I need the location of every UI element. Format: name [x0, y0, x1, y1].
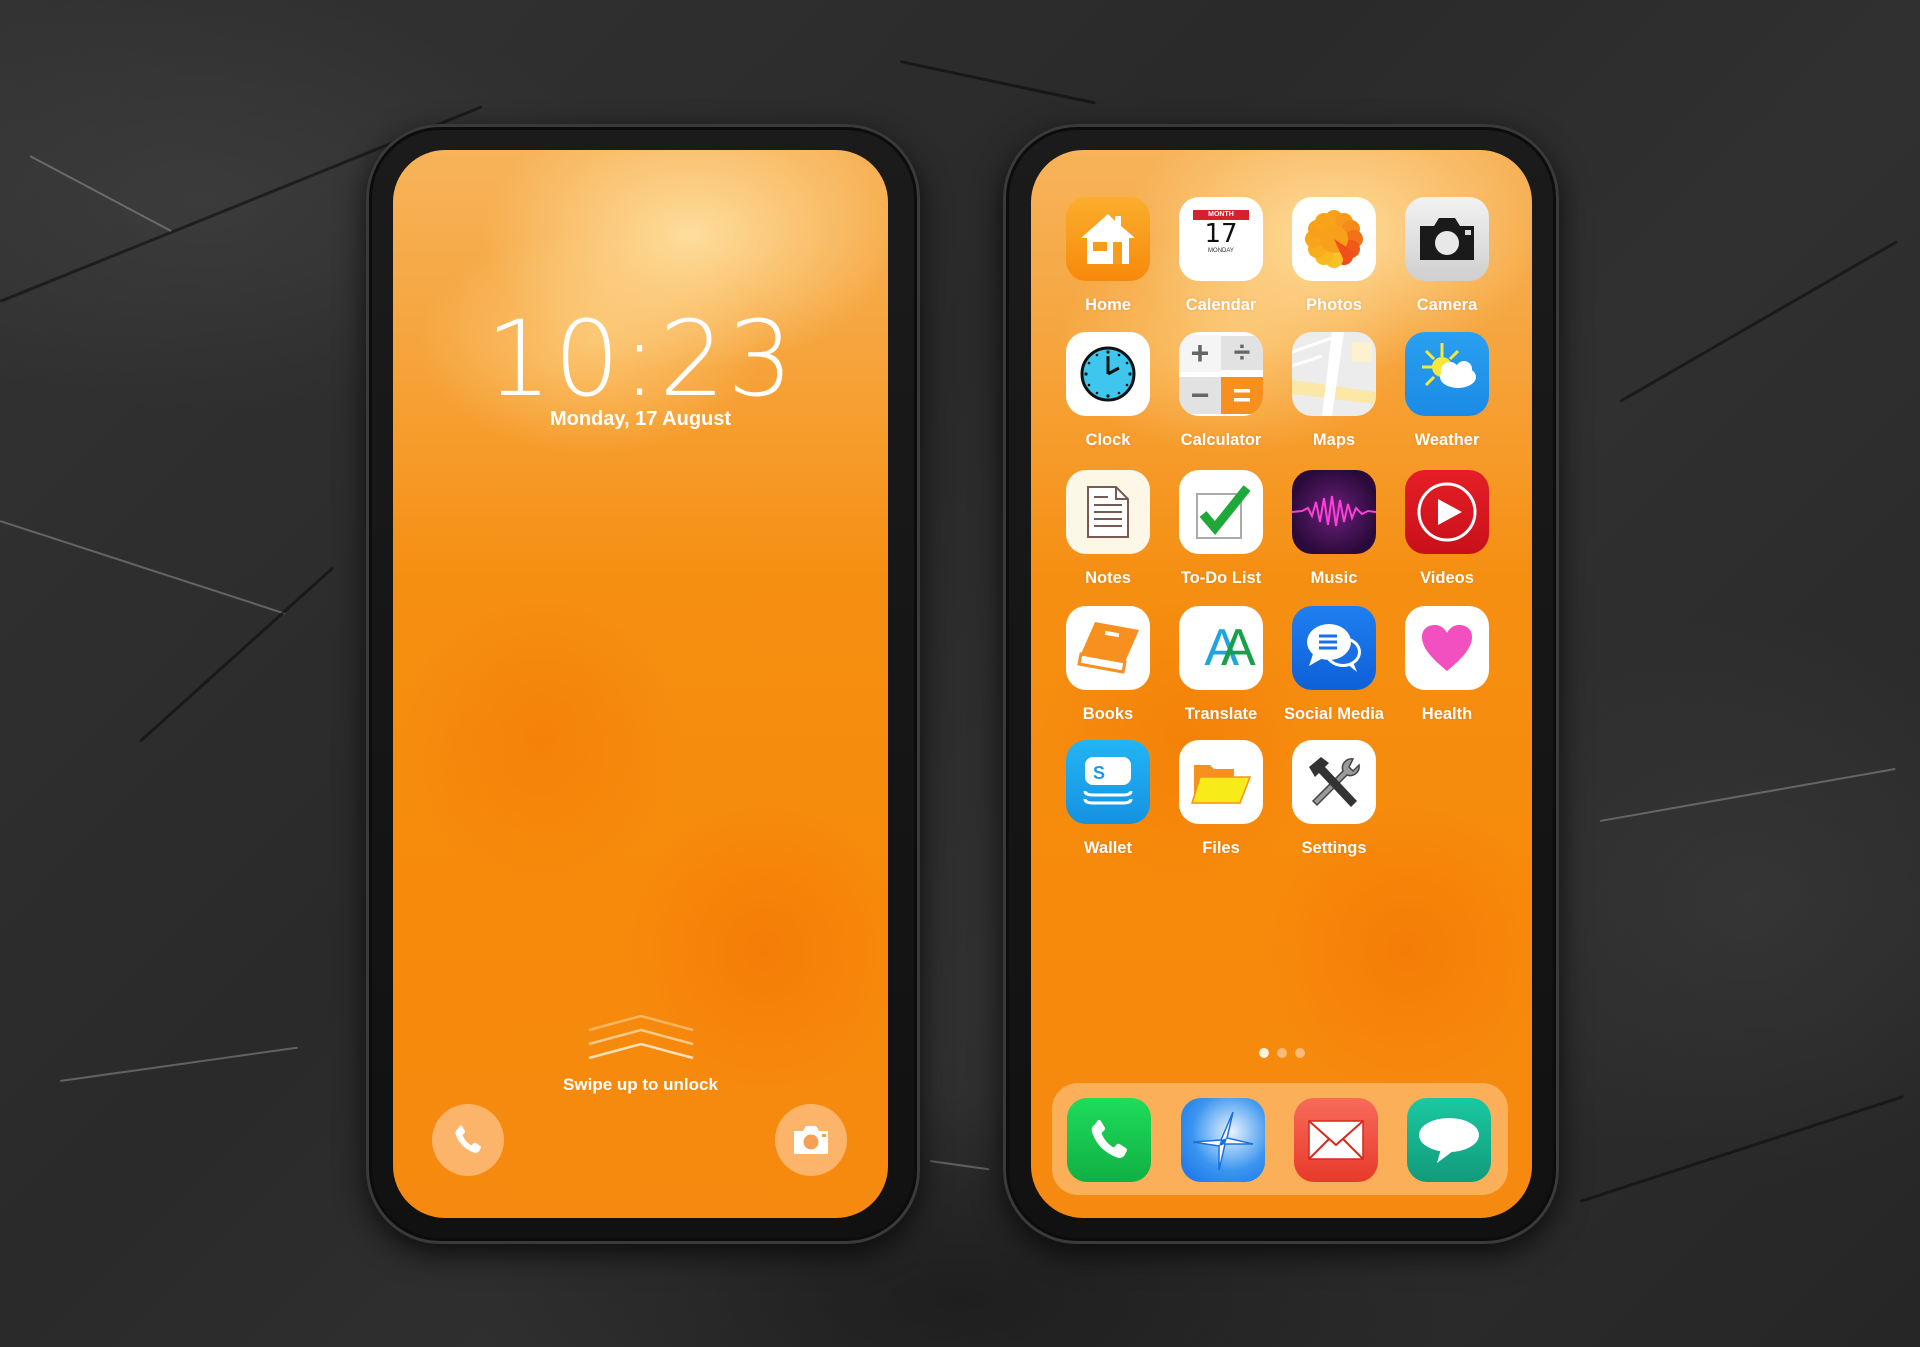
photos-icon: [1292, 197, 1376, 281]
slate-vein: [59, 1046, 298, 1082]
app-health[interactable]: Health: [1405, 606, 1489, 724]
slate-crack: [1619, 240, 1898, 403]
app-photos[interactable]: Photos: [1292, 197, 1376, 315]
checklist-icon: [1179, 470, 1263, 554]
phone-icon: [1067, 1098, 1151, 1182]
phone-icon: [455, 1125, 481, 1153]
app-wallet[interactable]: S Wallet: [1066, 740, 1150, 858]
lock-screen[interactable]: 10:23 Monday, 17 August Swipe up to unlo…: [393, 150, 888, 1218]
calendar-icon: MONTH 17 MONDAY: [1179, 197, 1263, 281]
mail-icon: [1294, 1098, 1378, 1182]
app-videos[interactable]: Videos: [1405, 470, 1489, 588]
phone-home-screen: Home MONTH 17 MONDAY Calendar Photos Cam…: [1003, 124, 1559, 1244]
dock-phone[interactable]: [1067, 1098, 1151, 1182]
phone-lock-screen: 10:23 Monday, 17 August Swipe up to unlo…: [366, 124, 920, 1244]
slate-crack: [138, 566, 335, 743]
app-calendar[interactable]: MONTH 17 MONDAY Calendar: [1179, 197, 1263, 315]
swipe-up-chevrons-icon: [588, 1014, 693, 1060]
chat-bubbles-icon: [1292, 606, 1376, 690]
slate-vein: [29, 155, 172, 232]
slate-vein: [0, 520, 286, 615]
clock-icon: [1066, 332, 1150, 416]
translate-icon: AA: [1179, 606, 1263, 690]
app-weather[interactable]: Weather: [1405, 332, 1489, 450]
folder-icon: [1179, 740, 1263, 824]
swipe-unlock-hint: Swipe up to unlock: [563, 1075, 718, 1094]
lock-clock-time: 10:23: [485, 298, 796, 420]
dock-mail[interactable]: [1294, 1098, 1378, 1182]
page-dot-2[interactable]: [1276, 1048, 1287, 1058]
lock-phone-shortcut[interactable]: [432, 1104, 504, 1176]
app-books[interactable]: Books: [1066, 606, 1150, 724]
lock-date: Monday, 17 August: [549, 408, 732, 430]
app-home[interactable]: Home: [1066, 197, 1150, 315]
app-settings[interactable]: Settings: [1292, 740, 1376, 858]
slate-crack: [899, 60, 1096, 105]
home-icon: [1066, 197, 1150, 281]
app-notes[interactable]: Notes: [1066, 470, 1150, 588]
page-indicator[interactable]: [1258, 1048, 1305, 1058]
book-icon: [1066, 606, 1150, 690]
dock: [1052, 1083, 1508, 1195]
app-translate[interactable]: AA Translate: [1179, 606, 1263, 724]
slate-vein: [1599, 767, 1896, 822]
play-icon: [1405, 470, 1489, 554]
lock-camera-shortcut[interactable]: [775, 1104, 847, 1176]
notes-icon: [1066, 470, 1150, 554]
page-dot-1[interactable]: [1258, 1048, 1269, 1058]
message-icon: [1407, 1098, 1491, 1182]
music-icon: [1292, 470, 1376, 554]
app-maps[interactable]: Maps: [1292, 332, 1376, 450]
app-files[interactable]: Files: [1179, 740, 1263, 858]
calculator-icon: + ÷ − =: [1179, 332, 1263, 416]
camera-icon: [1405, 197, 1489, 281]
app-social-media[interactable]: Social Media: [1284, 606, 1384, 724]
tools-icon: [1292, 740, 1376, 824]
app-calculator[interactable]: + ÷ − = Calculator: [1179, 332, 1263, 450]
app-todo-list[interactable]: To-Do List: [1179, 470, 1263, 588]
app-music[interactable]: Music: [1292, 470, 1376, 588]
maps-icon: [1292, 332, 1376, 416]
wallet-icon: S: [1066, 740, 1150, 824]
slate-vein: [929, 1160, 990, 1171]
dock-safari[interactable]: [1181, 1098, 1265, 1182]
app-clock[interactable]: Clock: [1066, 332, 1150, 450]
compass-icon: [1181, 1098, 1265, 1182]
camera-icon: [794, 1126, 828, 1154]
slate-crack: [1579, 1095, 1904, 1203]
dollar-glyph: S: [1093, 763, 1105, 783]
dock-messages[interactable]: [1407, 1098, 1491, 1182]
page-dot-3[interactable]: [1294, 1048, 1305, 1058]
heart-icon: [1405, 606, 1489, 690]
weather-icon: [1405, 332, 1489, 416]
home-screen: Home MONTH 17 MONDAY Calendar Photos Cam…: [1031, 150, 1532, 1218]
app-camera[interactable]: Camera: [1405, 197, 1489, 315]
